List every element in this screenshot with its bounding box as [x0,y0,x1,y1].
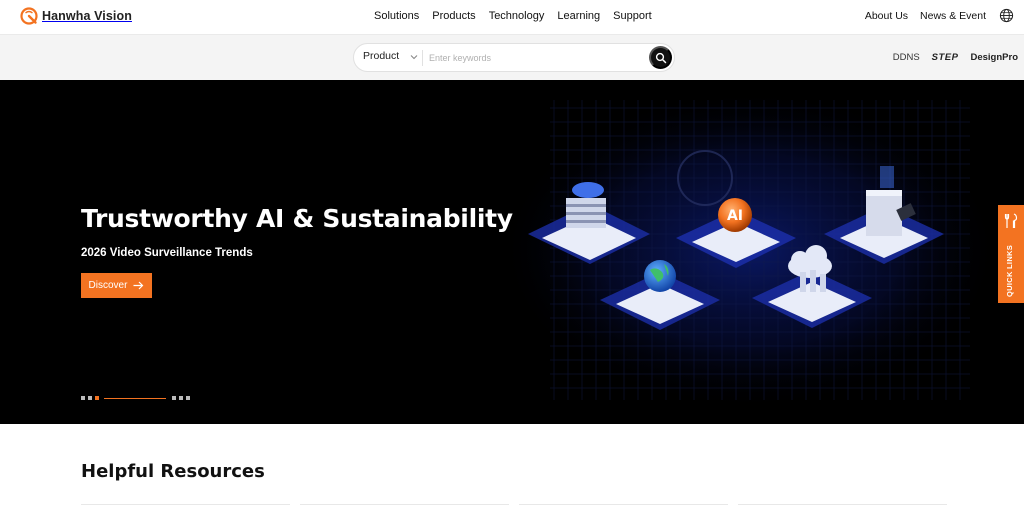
search-box: Product [353,43,675,72]
resource-cards-top [81,504,947,505]
nav-support[interactable]: Support [613,10,652,22]
nav-learning[interactable]: Learning [557,10,600,22]
slide-dot-1[interactable] [81,396,85,400]
hero-illustration: AI [500,90,1000,410]
hanwha-logo-icon [20,7,38,25]
tools-icon [1004,213,1018,228]
nav-technology[interactable]: Technology [489,10,545,22]
designpro-link[interactable]: DesignPro [970,52,1018,63]
search-divider [422,50,423,66]
slide-dot-2[interactable] [88,396,92,400]
search-bar: Product DDNS STEP DesignPro [0,34,1024,80]
brand-name: Hanwha Vision [42,9,132,23]
quick-links-tab[interactable]: QUICK LINKS [998,205,1024,303]
chevron-down-icon[interactable] [409,52,419,62]
search-button[interactable] [649,46,672,69]
slide-pager [81,396,190,400]
arrow-right-icon [133,281,144,290]
utility-menu: About Us News & Event [853,8,1014,23]
nav-solutions[interactable]: Solutions [374,10,419,22]
nav-about-us[interactable]: About Us [865,10,908,22]
main-menu: Solutions Products Technology Learning S… [374,10,665,22]
section-title: Helpful Resources [81,461,265,482]
hero-subtitle: 2026 Video Surveillance Trends [81,247,253,259]
slide-dot-5[interactable] [179,396,183,400]
ddns-link[interactable]: DDNS [893,52,920,63]
hero-title: Trustworthy AI & Sustainability [81,204,513,233]
search-category-select[interactable]: Product [363,50,399,62]
search-input[interactable] [429,49,639,67]
slide-progress [104,397,166,399]
slide-dot-4[interactable] [172,396,176,400]
logo[interactable]: Hanwha Vision [19,6,132,26]
search-icon [655,52,666,63]
hero-banner: AI Trustworthy AI & Sustainability 2026 … [0,80,1024,424]
resource-card-border [81,504,290,505]
discover-label: Discover [88,280,128,291]
step-link[interactable]: STEP [932,52,959,63]
resource-card-border [738,504,947,505]
quick-links-label: QUICK LINKS [1005,244,1014,297]
discover-button[interactable]: Discover [81,273,152,298]
nav-products[interactable]: Products [432,10,475,22]
globe-icon[interactable] [999,8,1014,23]
quick-tools: DDNS STEP DesignPro [881,52,1018,63]
nav-news-event[interactable]: News & Event [920,10,986,22]
top-navigation: Hanwha Vision Solutions Products Technol… [0,0,1024,34]
slide-dot-6[interactable] [186,396,190,400]
resource-card-border [519,504,728,505]
resource-card-border [300,504,509,505]
ai-badge-text: AI [727,208,743,224]
slide-dot-3[interactable] [95,396,99,400]
